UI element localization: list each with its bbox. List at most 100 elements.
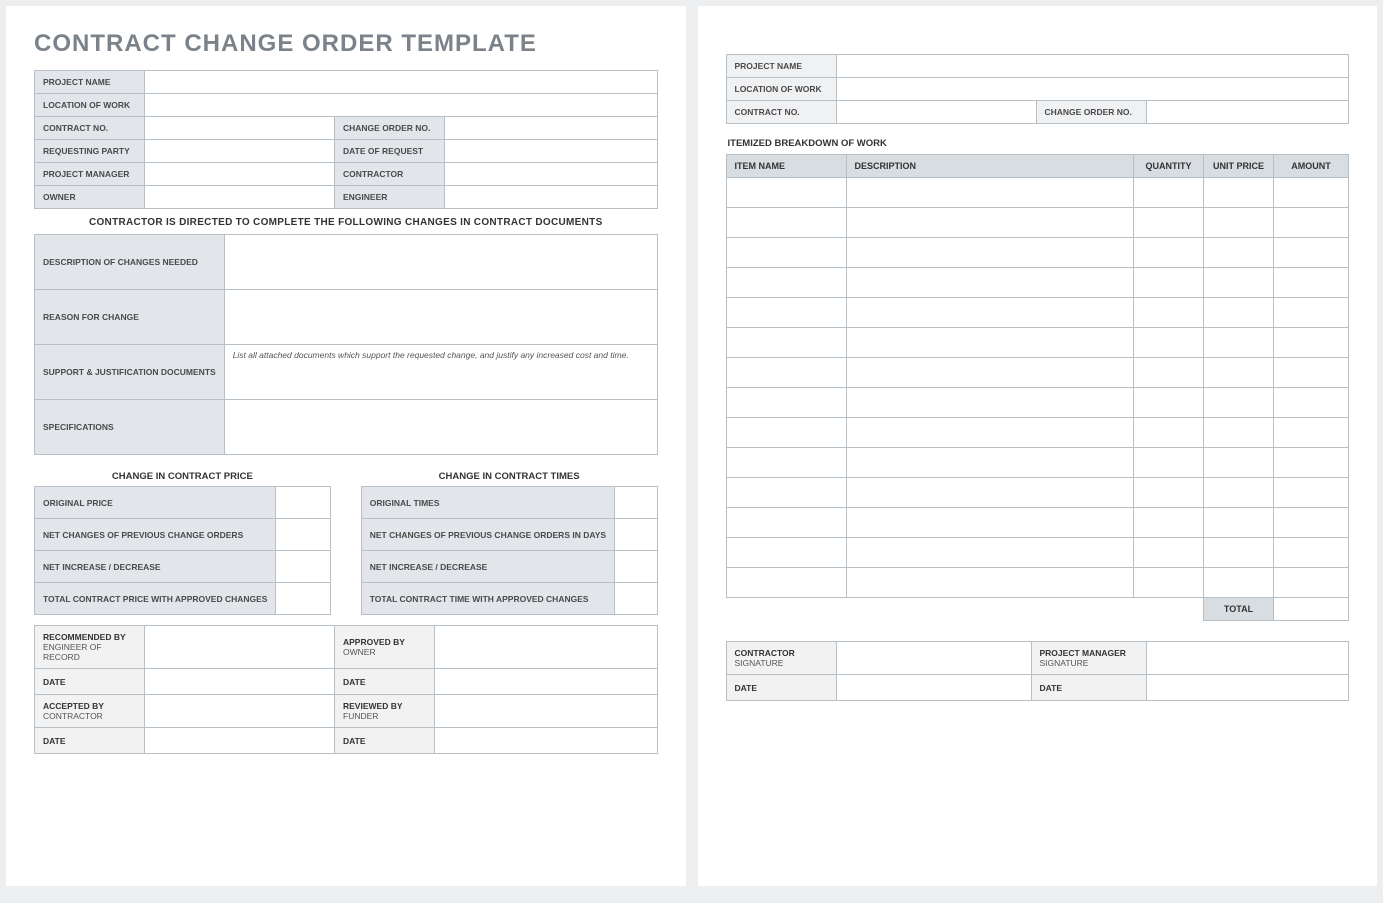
- label-contractor-date: DATE: [726, 675, 836, 701]
- table-row[interactable]: [726, 358, 1349, 388]
- input-requesting-party[interactable]: [145, 140, 335, 163]
- itemized-heading: ITEMIZED BREAKDOWN OF WORK: [728, 138, 1350, 149]
- label-reason-change: REASON FOR CHANGE: [35, 290, 225, 345]
- input-net-prev-price[interactable]: [276, 519, 330, 551]
- label-location-p2: LOCATION OF WORK: [726, 78, 836, 101]
- label-requesting-party: REQUESTING PARTY: [35, 140, 145, 163]
- label-contract-no-p2: CONTRACT NO.: [726, 101, 836, 124]
- input-approved-date[interactable]: [435, 669, 658, 695]
- col-item-name: ITEM NAME: [726, 155, 846, 178]
- label-contract-no: CONTRACT NO.: [35, 117, 145, 140]
- label-date-of-request: DATE OF REQUEST: [335, 140, 445, 163]
- input-contract-no-p2[interactable]: [836, 101, 1036, 124]
- label-support-docs: SUPPORT & JUSTIFICATION DOCUMENTS: [35, 345, 225, 400]
- label-approved-by: APPROVED BY OWNER: [335, 626, 435, 669]
- table-row[interactable]: [726, 328, 1349, 358]
- input-contract-no[interactable]: [145, 117, 335, 140]
- input-reason-change[interactable]: [224, 290, 657, 345]
- input-owner[interactable]: [145, 186, 335, 209]
- table-row[interactable]: [726, 178, 1349, 208]
- input-pm-sig[interactable]: [1146, 642, 1349, 675]
- col-amount: AMOUNT: [1274, 155, 1349, 178]
- input-date-of-request[interactable]: [445, 140, 658, 163]
- input-accepted-by[interactable]: [145, 695, 335, 728]
- input-support-docs[interactable]: List all attached documents which suppor…: [224, 345, 657, 400]
- label-accepted-by: ACCEPTED BY CONTRACTOR: [35, 695, 145, 728]
- price-times-section: CHANGE IN CONTRACT PRICE ORIGINAL PRICE …: [34, 465, 658, 615]
- input-project-manager[interactable]: [145, 163, 335, 186]
- input-net-incdec-times[interactable]: [615, 551, 657, 583]
- label-net-incdec-times: NET INCREASE / DECREASE: [361, 551, 614, 583]
- input-pm-date[interactable]: [1146, 675, 1349, 701]
- label-pm-date: DATE: [1031, 675, 1146, 701]
- table-row[interactable]: [726, 298, 1349, 328]
- label-contractor: CONTRACTOR: [335, 163, 445, 186]
- page-2: PROJECT NAME LOCATION OF WORK CONTRACT N…: [698, 6, 1378, 886]
- pm-sig-sub: SIGNATURE: [1040, 658, 1138, 668]
- contractor-sig-text: CONTRACTOR: [735, 648, 795, 658]
- input-net-prev-times[interactable]: [615, 519, 657, 551]
- pm-sig-text: PROJECT MANAGER: [1040, 648, 1126, 658]
- table-row[interactable]: [726, 268, 1349, 298]
- input-net-incdec-price[interactable]: [276, 551, 330, 583]
- changes-table: DESCRIPTION OF CHANGES NEEDED REASON FOR…: [34, 234, 658, 455]
- input-original-times[interactable]: [615, 487, 657, 519]
- input-specifications[interactable]: [224, 400, 657, 455]
- input-recommended-date[interactable]: [145, 669, 335, 695]
- label-net-prev-price: NET CHANGES OF PREVIOUS CHANGE ORDERS: [35, 519, 276, 551]
- input-reviewed-by[interactable]: [435, 695, 658, 728]
- label-project-name: PROJECT NAME: [35, 71, 145, 94]
- label-total-price: TOTAL CONTRACT PRICE WITH APPROVED CHANG…: [35, 583, 276, 615]
- input-recommended-by[interactable]: [145, 626, 335, 669]
- input-project-name[interactable]: [145, 71, 658, 94]
- support-hint: List all attached documents which suppor…: [233, 350, 629, 360]
- approved-by-text: APPROVED BY: [343, 637, 405, 647]
- table-row[interactable]: [726, 448, 1349, 478]
- table-row[interactable]: [726, 568, 1349, 598]
- input-approved-by[interactable]: [435, 626, 658, 669]
- table-row[interactable]: [726, 208, 1349, 238]
- recommended-by-text: RECOMMENDED BY: [43, 632, 126, 642]
- col-description: DESCRIPTION: [846, 155, 1134, 178]
- input-accepted-date[interactable]: [145, 728, 335, 754]
- accepted-by-text: ACCEPTED BY: [43, 701, 104, 711]
- input-total-times[interactable]: [615, 583, 657, 615]
- approval-signatures: RECOMMENDED BY ENGINEER OF RECORD APPROV…: [34, 625, 658, 754]
- table-row[interactable]: [726, 388, 1349, 418]
- label-recommended-date: DATE: [35, 669, 145, 695]
- itemized-table: ITEM NAME DESCRIPTION QUANTITY UNIT PRIC…: [726, 154, 1350, 621]
- times-section-heading: CHANGE IN CONTRACT TIMES: [361, 465, 658, 486]
- input-project-name-p2[interactable]: [836, 55, 1349, 78]
- label-net-incdec-price: NET INCREASE / DECREASE: [35, 551, 276, 583]
- table-row[interactable]: [726, 508, 1349, 538]
- label-specifications: SPECIFICATIONS: [35, 400, 225, 455]
- col-unit-price: UNIT PRICE: [1204, 155, 1274, 178]
- input-contractor-date[interactable]: [836, 675, 1031, 701]
- input-desc-changes[interactable]: [224, 235, 657, 290]
- input-reviewed-date[interactable]: [435, 728, 658, 754]
- table-row[interactable]: [726, 238, 1349, 268]
- input-location[interactable]: [145, 94, 658, 117]
- label-total: TOTAL: [1204, 598, 1274, 621]
- label-reviewed-by: REVIEWED BY FUNDER: [335, 695, 435, 728]
- input-change-order-no[interactable]: [445, 117, 658, 140]
- directive-banner: CONTRACTOR IS DIRECTED TO COMPLETE THE F…: [34, 209, 658, 234]
- table-row[interactable]: [726, 418, 1349, 448]
- input-contractor-sig[interactable]: [836, 642, 1031, 675]
- table-row[interactable]: [726, 538, 1349, 568]
- input-engineer[interactable]: [445, 186, 658, 209]
- input-total[interactable]: [1274, 598, 1349, 621]
- input-original-price[interactable]: [276, 487, 330, 519]
- input-change-order-no-p2[interactable]: [1146, 101, 1349, 124]
- label-project-name-p2: PROJECT NAME: [726, 55, 836, 78]
- reviewed-by-sub: FUNDER: [343, 711, 426, 721]
- table-row[interactable]: [726, 478, 1349, 508]
- page-1: CONTRACT CHANGE ORDER TEMPLATE PROJECT N…: [6, 6, 686, 886]
- input-total-price[interactable]: [276, 583, 330, 615]
- input-location-p2[interactable]: [836, 78, 1349, 101]
- label-accepted-date: DATE: [35, 728, 145, 754]
- label-net-prev-times: NET CHANGES OF PREVIOUS CHANGE ORDERS IN…: [361, 519, 614, 551]
- label-engineer: ENGINEER: [335, 186, 445, 209]
- input-contractor[interactable]: [445, 163, 658, 186]
- label-change-order-no-p2: CHANGE ORDER NO.: [1036, 101, 1146, 124]
